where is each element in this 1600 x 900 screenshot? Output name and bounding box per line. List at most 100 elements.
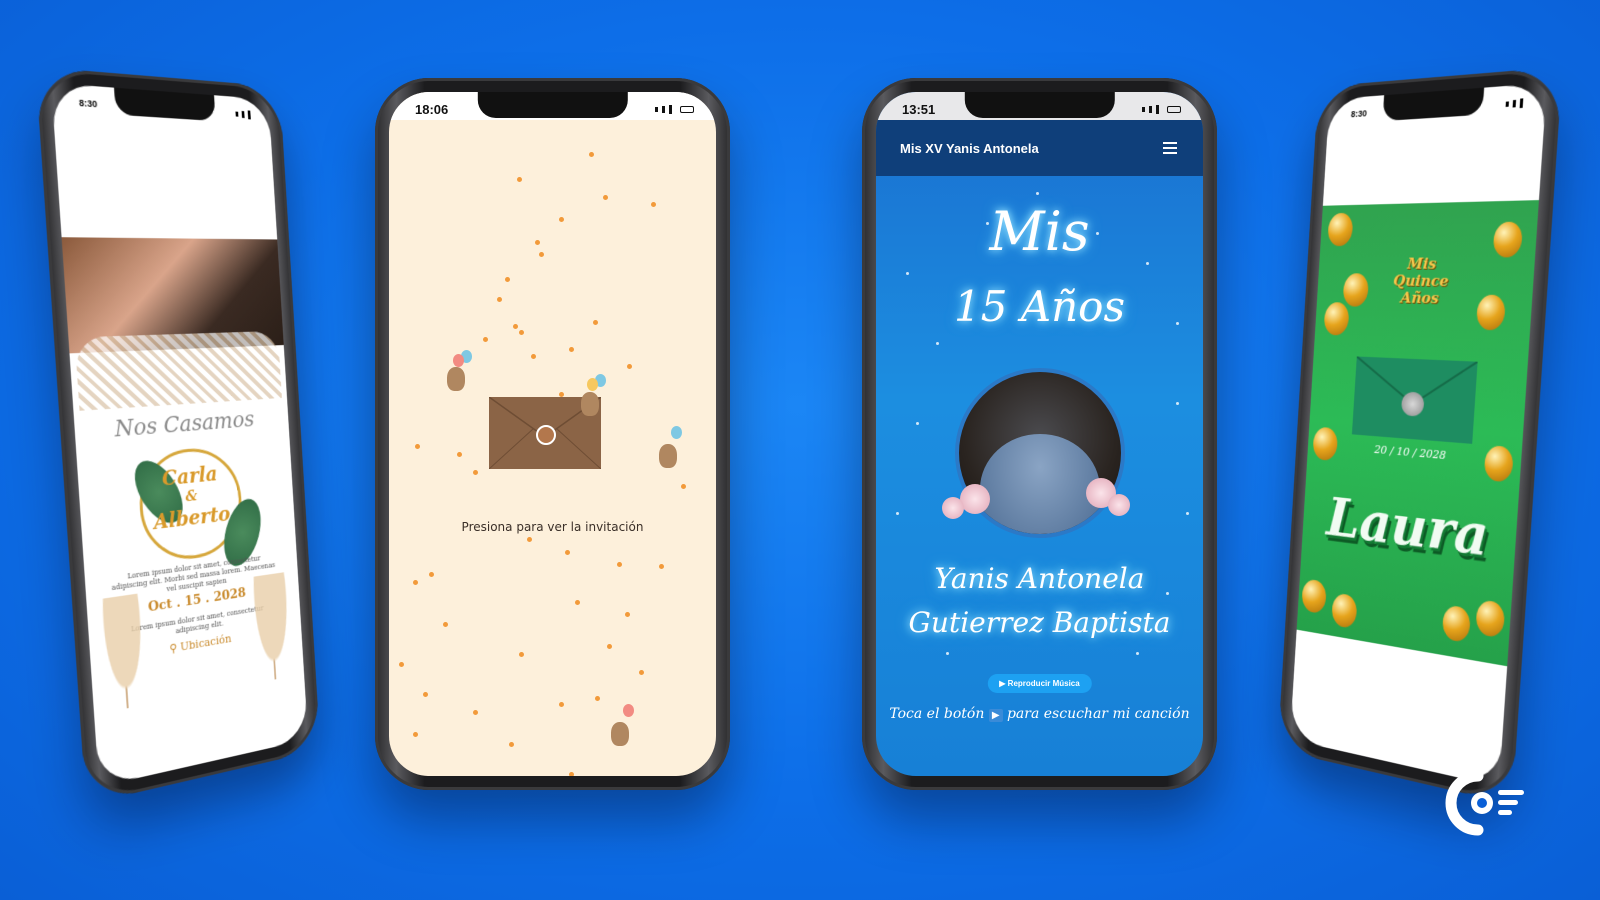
balloon-icon xyxy=(453,354,464,367)
confetti-dot xyxy=(519,652,524,657)
confetti-dot xyxy=(639,670,644,675)
play-icon: ▶ xyxy=(988,709,1003,722)
ornament-frame xyxy=(74,330,282,411)
site-title[interactable]: Mis XV Yanis Antonela xyxy=(900,141,1039,156)
pin-icon: ⚲ xyxy=(169,640,181,656)
confetti-dot xyxy=(651,202,656,207)
sparkle-dot xyxy=(1136,652,1139,655)
confetti-dot xyxy=(535,240,540,245)
sparkle-dot xyxy=(1036,192,1039,195)
status-icons xyxy=(235,109,251,119)
sparkle-dot xyxy=(896,512,899,515)
confetti-dot xyxy=(415,444,420,449)
confetti-dot xyxy=(509,742,514,747)
confetti-dot xyxy=(423,692,428,697)
dress-figure xyxy=(979,434,1100,534)
confetti-dot xyxy=(681,484,686,489)
confetti-dot xyxy=(617,562,622,567)
name-line-2: Gutierrez Baptista xyxy=(908,606,1171,639)
confetti-dot xyxy=(505,277,510,282)
mis-quince-anos-logo: Mis Quince Años xyxy=(1392,254,1451,308)
confetti-dot xyxy=(531,354,536,359)
bear-balloon-icon xyxy=(447,367,465,391)
phone-wedding: 8:30 Nos Casamos Carla & Alberto Lorem i… xyxy=(35,66,321,805)
balloon-icon xyxy=(623,704,634,717)
sparkle-dot xyxy=(1186,512,1189,515)
couple-names: Carla & Alberto xyxy=(78,453,295,545)
confetti-dot xyxy=(457,452,462,457)
battery-icon xyxy=(1167,105,1181,113)
phone-quince-blue: 13:51 Mis XV Yanis Antonela Mis 15 Años … xyxy=(862,78,1217,790)
balloon-icon xyxy=(587,378,598,391)
sparkle-dot xyxy=(1176,402,1179,405)
confetti-dot xyxy=(473,470,478,475)
confetti-dot xyxy=(569,772,574,776)
press-to-open-text[interactable]: Presiona para ver la invitación xyxy=(389,520,716,534)
sparkle-dot xyxy=(916,422,919,425)
heading-mis: Mis xyxy=(989,200,1090,263)
wedding-title: Nos Casamos xyxy=(113,407,255,443)
confetti-dot xyxy=(413,732,418,737)
bear-seal-icon xyxy=(536,425,556,445)
sparkle-dot xyxy=(946,652,949,655)
confetti-dot xyxy=(659,564,664,569)
notch xyxy=(477,92,628,118)
confetti-dot xyxy=(413,580,418,585)
flower-decoration xyxy=(248,571,296,684)
confetti-dot xyxy=(539,252,544,257)
confetti-dot xyxy=(589,152,594,157)
phone-quince-green: 8:30 Mis Quince Años 20 / 10 / 2028 Laur… xyxy=(1277,66,1563,805)
sparkle-dot xyxy=(906,272,909,275)
status-icons xyxy=(655,104,694,114)
confetti-dot xyxy=(603,195,608,200)
battery-icon xyxy=(680,105,694,113)
play-music-button[interactable]: ▶ Reproducir Música xyxy=(987,674,1092,693)
confetti-dot xyxy=(519,330,524,335)
hint-text: Toca el botón ▶ para escuchar mi canción xyxy=(876,706,1203,722)
rose-icon xyxy=(1108,494,1130,516)
bear-balloon-icon xyxy=(581,392,599,416)
bear-balloon-icon xyxy=(659,444,677,468)
confetti-dot xyxy=(565,550,570,555)
confetti-dot xyxy=(513,324,518,329)
flower-decoration xyxy=(96,592,151,713)
confetti-dot xyxy=(625,612,630,617)
status-time: 18:06 xyxy=(415,101,449,117)
phone-screen: 8:30 Nos Casamos Carla & Alberto Lorem i… xyxy=(51,82,309,787)
nav-bar: Mis XV Yanis Antonela xyxy=(876,120,1203,176)
status-time: 8:30 xyxy=(1350,108,1368,120)
hint-after: para escuchar mi canción xyxy=(1006,706,1190,722)
confetti-dot xyxy=(559,702,564,707)
brand-logo-icon xyxy=(1445,770,1524,836)
confetti-dot xyxy=(443,622,448,627)
menu-icon[interactable] xyxy=(1163,142,1177,154)
bear-balloon-icon xyxy=(611,722,629,746)
status-icons xyxy=(1505,97,1524,109)
sparkle-dot xyxy=(936,342,939,345)
rose-icon xyxy=(960,484,990,514)
confetti-dot xyxy=(483,337,488,342)
logo-line-3: Años xyxy=(1400,288,1440,308)
status-time: 13:51 xyxy=(902,101,936,117)
confetti-dot xyxy=(399,662,404,667)
confetti-dot xyxy=(527,537,532,542)
confetti-dot xyxy=(575,600,580,605)
confetti-dot xyxy=(429,572,434,577)
logo-line-1: Mis xyxy=(1406,254,1437,273)
phone-envelope: 18:06 Presiona para ver la invitación xyxy=(375,78,730,790)
confetti-dot xyxy=(627,364,632,369)
confetti-dot xyxy=(595,696,600,701)
confetti-dot xyxy=(569,347,574,352)
rose-icon xyxy=(942,497,964,519)
confetti-dot xyxy=(607,644,612,649)
heading-15-anos: 15 Años xyxy=(953,282,1125,331)
balloon-icon xyxy=(671,426,682,439)
location-label: Ubicación xyxy=(179,632,232,654)
confetti-dot xyxy=(473,710,478,715)
confetti-dot xyxy=(559,217,564,222)
phone-screen: 8:30 Mis Quince Años 20 / 10 / 2028 Laur… xyxy=(1289,82,1547,787)
phone-screen: 13:51 Mis XV Yanis Antonela Mis 15 Años … xyxy=(876,92,1203,776)
confetti-dot xyxy=(517,177,522,182)
notch xyxy=(964,92,1115,118)
phone-screen: 18:06 Presiona para ver la invitación xyxy=(389,92,716,776)
